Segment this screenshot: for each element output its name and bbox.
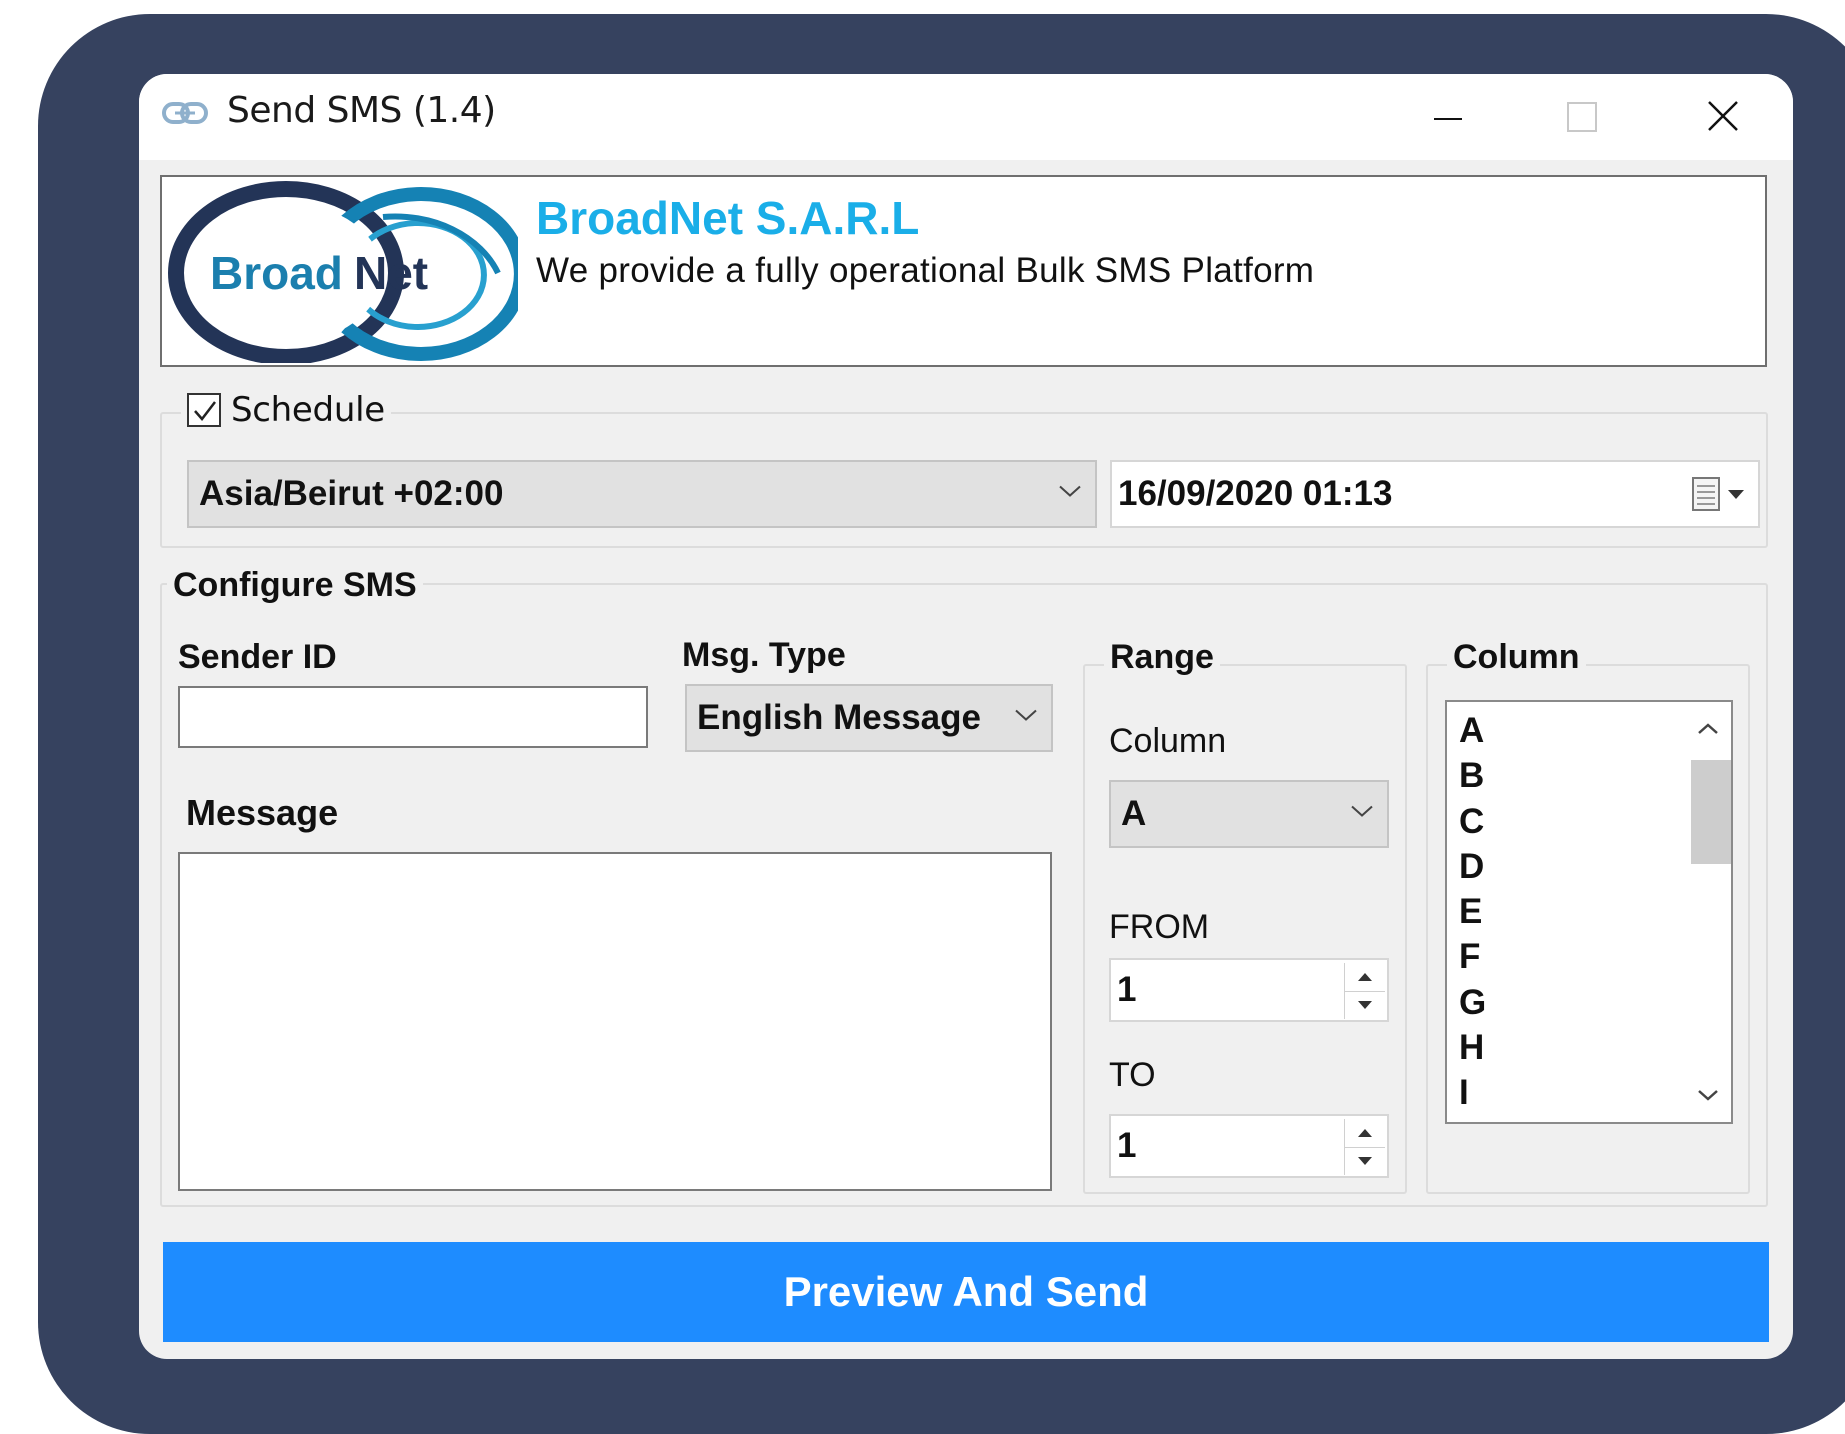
column-list-item[interactable]: E <box>1459 889 1486 934</box>
from-value: 1 <box>1117 970 1137 1009</box>
company-banner: Broad Net BroadNet S.A.R.L We provide a … <box>160 175 1767 367</box>
chevron-down-icon <box>1698 1090 1718 1101</box>
schedule-checkbox-row[interactable]: Schedule <box>181 386 391 434</box>
msg-type-select[interactable]: English Message <box>685 684 1053 752</box>
column-list-item[interactable]: B <box>1459 753 1486 798</box>
calendar-dropdown-button[interactable] <box>1690 474 1748 519</box>
scroll-down-button[interactable] <box>1687 1070 1729 1120</box>
logo-text-broad: Broad <box>210 247 343 299</box>
range-column-select[interactable]: A <box>1109 780 1389 848</box>
arrow-down-icon <box>1358 1157 1372 1165</box>
timezone-value: Asia/Beirut +02:00 <box>199 474 504 513</box>
timezone-select[interactable]: Asia/Beirut +02:00 <box>187 460 1097 528</box>
range-column-label: Column <box>1109 722 1227 760</box>
minimize-icon <box>1434 118 1462 120</box>
chevron-down-icon <box>1013 708 1039 729</box>
from-stepper-buttons <box>1344 963 1385 1019</box>
column-listbox[interactable]: ABCDEFGHI <box>1445 700 1733 1124</box>
range-title: Range <box>1104 638 1220 677</box>
arrow-down-icon <box>1358 1001 1372 1009</box>
column-list-item[interactable]: A <box>1459 708 1486 753</box>
to-value: 1 <box>1117 1126 1137 1165</box>
maximize-icon <box>1567 102 1597 132</box>
column-list-items: ABCDEFGHI <box>1459 708 1486 1116</box>
sender-id-label: Sender ID <box>178 638 337 676</box>
company-tagline: We provide a fully operational Bulk SMS … <box>536 251 1315 290</box>
arrow-up-icon <box>1358 973 1372 981</box>
from-label: FROM <box>1109 908 1210 946</box>
column-list-item[interactable]: D <box>1459 844 1486 889</box>
title-bar: Send SMS (1.4) <box>139 74 1793 160</box>
arrow-up-icon <box>1358 1129 1372 1137</box>
to-stepper[interactable]: 1 <box>1109 1114 1389 1178</box>
close-icon <box>1708 101 1738 131</box>
msg-type-value: English Message <box>697 698 981 737</box>
column-list-item[interactable]: I <box>1459 1070 1486 1115</box>
chevron-down-icon <box>1057 484 1083 505</box>
broadnet-logo: Broad Net <box>168 181 528 368</box>
configure-sms-title: Configure SMS <box>167 566 423 605</box>
preview-and-send-button[interactable]: Preview And Send <box>163 1242 1769 1342</box>
close-button[interactable] <box>1693 92 1753 142</box>
column-list-scrollbar[interactable] <box>1687 704 1731 1120</box>
preview-and-send-label: Preview And Send <box>783 1268 1149 1315</box>
range-column-value: A <box>1121 794 1147 833</box>
from-stepper[interactable]: 1 <box>1109 958 1389 1022</box>
sender-id-input[interactable] <box>178 686 648 748</box>
calendar-icon <box>1692 477 1744 511</box>
to-label: TO <box>1109 1056 1156 1094</box>
datetime-picker[interactable]: 16/09/2020 01:13 <box>1110 460 1760 528</box>
column-list-item[interactable]: H <box>1459 1025 1486 1070</box>
column-list-item[interactable]: F <box>1459 934 1486 979</box>
checkmark-icon <box>194 401 216 421</box>
to-stepper-buttons <box>1344 1119 1385 1175</box>
scroll-up-button[interactable] <box>1687 704 1729 754</box>
to-increment-button[interactable] <box>1345 1119 1385 1148</box>
column-list-item[interactable]: G <box>1459 980 1486 1025</box>
from-decrement-button[interactable] <box>1345 991 1385 1019</box>
from-increment-button[interactable] <box>1345 963 1385 992</box>
maximize-button[interactable] <box>1552 92 1612 142</box>
company-name: BroadNet S.A.R.L <box>536 192 920 244</box>
column-list-item[interactable]: C <box>1459 799 1486 844</box>
chevron-down-icon <box>1349 804 1375 825</box>
to-decrement-button[interactable] <box>1345 1147 1385 1175</box>
msg-type-label: Msg. Type <box>682 636 846 674</box>
logo-text-net: Net <box>354 247 428 299</box>
chevron-up-icon <box>1698 723 1718 734</box>
datetime-value: 16/09/2020 01:13 <box>1118 474 1393 513</box>
minimize-button[interactable] <box>1418 92 1478 142</box>
link-icon <box>161 98 209 133</box>
column-list-title: Column <box>1447 638 1586 677</box>
scroll-thumb[interactable] <box>1691 760 1731 864</box>
message-textarea[interactable] <box>178 852 1052 1191</box>
message-label: Message <box>186 792 339 833</box>
send-sms-window: Send SMS (1.4) Broad Net BroadNet S.A.R.… <box>139 74 1793 1359</box>
schedule-checkbox[interactable] <box>187 393 221 427</box>
window-title: Send SMS (1.4) <box>227 90 496 131</box>
schedule-label: Schedule <box>231 390 385 430</box>
